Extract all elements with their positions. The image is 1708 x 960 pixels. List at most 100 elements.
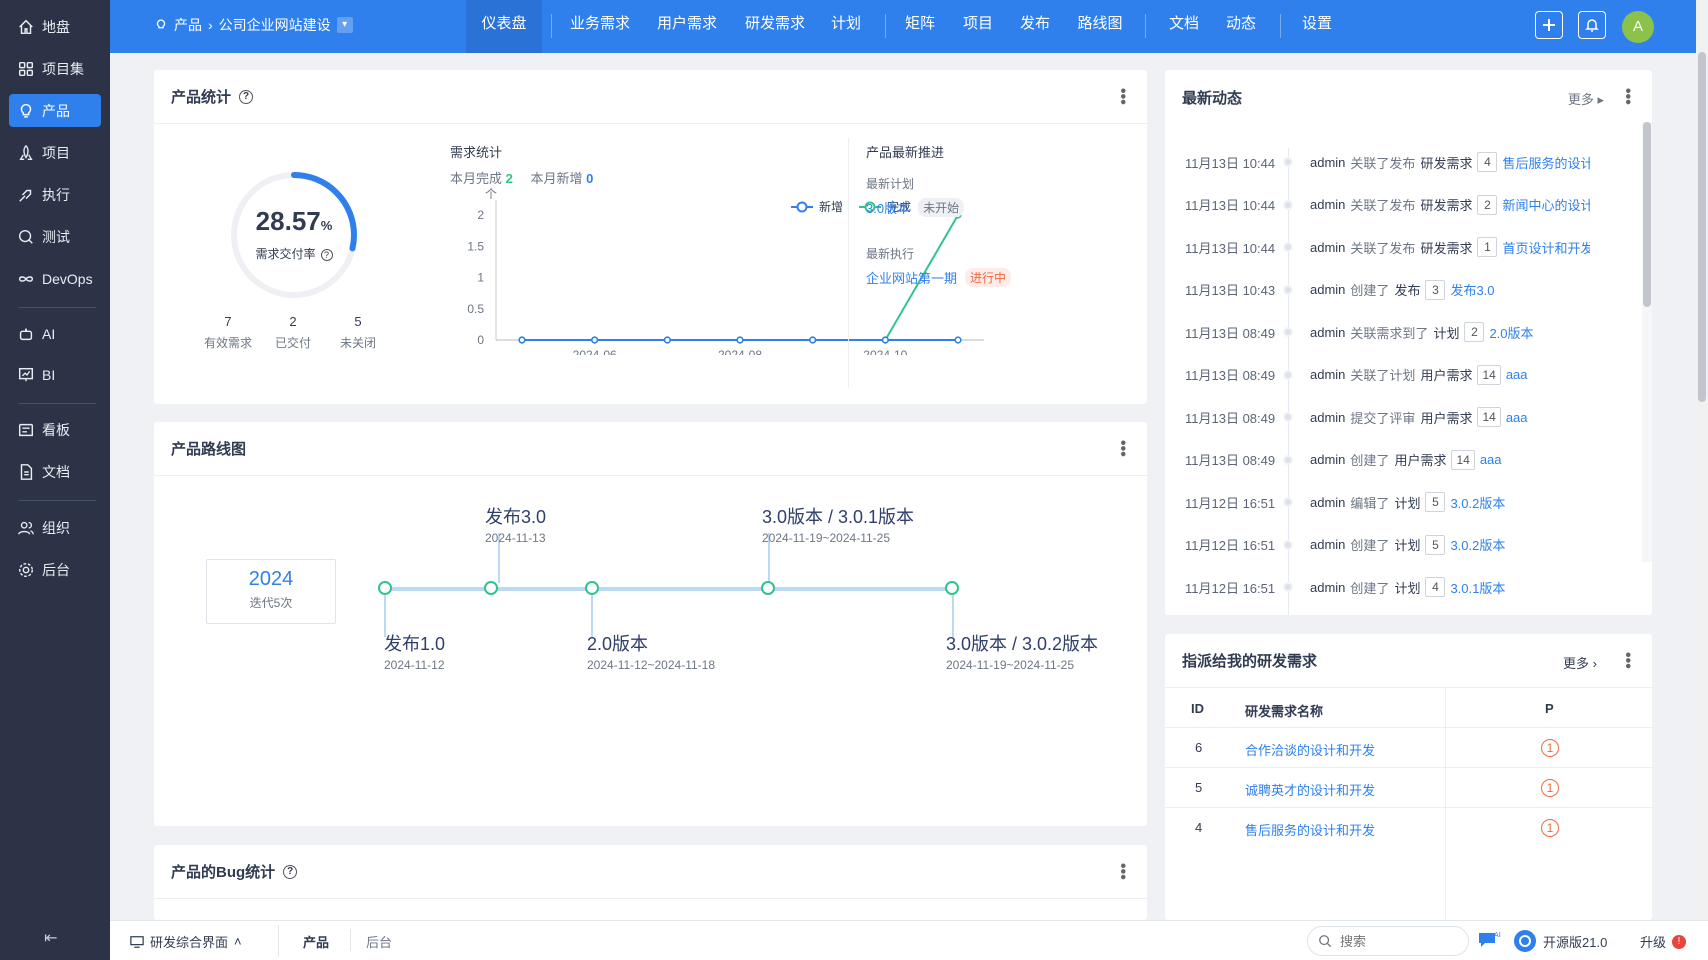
scrollbar-thumb[interactable] bbox=[1698, 52, 1706, 402]
sidebar-item-kanban[interactable]: 看板 bbox=[9, 413, 101, 446]
row-name-link[interactable]: 诚聘英才的设计和开发 bbox=[1245, 780, 1375, 799]
roadmap-milestone[interactable]: 3.0版本 / 3.0.1版本 2024-11-19~2024-11-25 bbox=[762, 503, 914, 545]
more-menu-icon[interactable]: ••• bbox=[1114, 440, 1131, 457]
more-menu-icon[interactable]: ••• bbox=[1619, 88, 1636, 105]
sidebar-item-doc[interactable]: 文档 bbox=[9, 455, 101, 488]
roadmap-node[interactable] bbox=[585, 581, 599, 595]
roadmap-year-box[interactable]: 2024 迭代5次 bbox=[206, 559, 336, 624]
stat-value: 5 bbox=[354, 314, 362, 329]
table-row[interactable]: 5 诚聘英才的设计和开发 1 bbox=[1165, 768, 1652, 808]
activity-object-link[interactable]: 3.0.1版本 bbox=[1450, 578, 1505, 597]
interface-switch[interactable]: 研发综合界面 ˄ bbox=[130, 932, 242, 951]
row-name-link[interactable]: 合作洽谈的设计和开发 bbox=[1245, 740, 1375, 759]
create-button[interactable] bbox=[1535, 11, 1563, 39]
alert-icon: ! bbox=[1672, 934, 1687, 949]
activity-scrollbar[interactable] bbox=[1642, 122, 1652, 562]
data-point bbox=[809, 336, 817, 344]
tab-business-requirements[interactable]: 业务需求 bbox=[565, 0, 635, 53]
sidebar-item-bi[interactable]: BI bbox=[9, 358, 101, 391]
activity-object-link[interactable]: aaa bbox=[1480, 452, 1502, 467]
tab-release[interactable]: 发布 bbox=[1015, 0, 1055, 53]
table-row[interactable]: 6 合作洽谈的设计和开发 1 bbox=[1165, 728, 1652, 768]
activity-content: admin 关联了发布研发需求 2新闻中心的设计和开发 bbox=[1310, 194, 1590, 215]
help-icon[interactable]: ? bbox=[283, 864, 298, 879]
more-link[interactable]: 更多 ▸ bbox=[1568, 89, 1604, 108]
row-id: 4 bbox=[1195, 820, 1203, 835]
tab-roadmap[interactable]: 路线图 bbox=[1074, 0, 1126, 53]
activity-object-link[interactable]: 首页设计和开发 bbox=[1502, 238, 1590, 257]
more-link[interactable]: 更多 › bbox=[1563, 653, 1597, 672]
activity-object-link[interactable]: aaa bbox=[1506, 410, 1528, 425]
activity-object-link[interactable]: 3.0.2版本 bbox=[1450, 535, 1505, 554]
tab-doc[interactable]: 文档 bbox=[1164, 0, 1204, 53]
tab-plan[interactable]: 计划 bbox=[826, 0, 866, 53]
upgrade-link[interactable]: 升级 ! bbox=[1640, 932, 1687, 951]
status-badge: 未开始 bbox=[918, 198, 965, 217]
more-menu-icon[interactable]: ••• bbox=[1619, 652, 1636, 669]
sidebar-item-project[interactable]: 项目 bbox=[9, 136, 101, 169]
page-scrollbar[interactable] bbox=[1696, 0, 1708, 920]
activity-content: admin 关联了发布 研发需求 1 首页设计和开发 bbox=[1310, 237, 1590, 257]
activity-verb: 关联需求到了 bbox=[1350, 325, 1429, 341]
tab-project[interactable]: 项目 bbox=[958, 0, 998, 53]
avatar[interactable]: A bbox=[1622, 11, 1654, 43]
help-icon[interactable]: ? bbox=[239, 89, 254, 104]
search-box[interactable] bbox=[1307, 926, 1469, 956]
sidebar-item-admin[interactable]: 后台 bbox=[9, 553, 101, 586]
version-info[interactable]: 开源版21.0 bbox=[1513, 929, 1607, 953]
tab-dev-requirements[interactable]: 研发需求 bbox=[740, 0, 810, 53]
bottom-tab-product[interactable]: 产品 bbox=[303, 932, 329, 951]
stat-delivered[interactable]: 2 已交付 bbox=[263, 314, 323, 351]
scrollbar-thumb[interactable] bbox=[1643, 122, 1651, 307]
roadmap-milestone[interactable]: 2.0版本 2024-11-12~2024-11-18 bbox=[587, 630, 715, 672]
activity-user: admin bbox=[1310, 409, 1346, 425]
row-name-link[interactable]: 售后服务的设计和开发 bbox=[1245, 820, 1375, 839]
stat-unclosed[interactable]: 5 未关闭 bbox=[328, 314, 388, 351]
tab-dashboard[interactable]: 仪表盘 bbox=[466, 0, 542, 53]
stat-valid[interactable]: 7 有效需求 bbox=[198, 314, 258, 351]
sidebar-item-program[interactable]: 项目集 bbox=[9, 52, 101, 85]
activity-object-link[interactable]: 新闻中心的设计和开发 bbox=[1502, 195, 1590, 214]
activity-object-link[interactable]: 售后服务的设计和开发 bbox=[1502, 153, 1590, 172]
status-badge: 进行中 bbox=[965, 268, 1012, 287]
roadmap-milestone[interactable]: 3.0版本 / 3.0.2版本 2024-11-19~2024-11-25 bbox=[946, 630, 1098, 672]
activity-object-link[interactable]: 3.0.2版本 bbox=[1450, 493, 1505, 512]
roadmap-node[interactable] bbox=[378, 581, 392, 595]
notification-button[interactable] bbox=[1578, 11, 1606, 39]
sidebar-item-org[interactable]: 组织 bbox=[9, 511, 101, 544]
activity-object-link[interactable]: aaa bbox=[1506, 367, 1528, 382]
activity-verb: 关联了发布 bbox=[1350, 155, 1416, 171]
roadmap-milestone[interactable]: 发布1.0 2024-11-12 bbox=[384, 630, 445, 672]
roadmap-node[interactable] bbox=[761, 581, 775, 595]
activity-object-link[interactable]: 2.0版本 bbox=[1489, 323, 1533, 342]
sidebar-item-devops[interactable]: DevOps bbox=[9, 262, 101, 295]
tab-matrix[interactable]: 矩阵 bbox=[900, 0, 940, 53]
breadcrumb-product-root[interactable]: 产品 bbox=[174, 15, 202, 35]
roadmap-node[interactable] bbox=[945, 581, 959, 595]
bottom-tab-admin[interactable]: 后台 bbox=[366, 932, 392, 951]
latest-plan-link[interactable]: 3.0版本 bbox=[866, 198, 910, 217]
roadmap-node[interactable] bbox=[484, 581, 498, 595]
chevron-down-icon[interactable]: ▾ bbox=[336, 17, 353, 33]
sidebar-item-execution[interactable]: 执行 bbox=[9, 178, 101, 211]
activity-user: admin bbox=[1310, 367, 1346, 382]
breadcrumb-product-name[interactable]: 公司企业网站建设 bbox=[219, 15, 331, 35]
help-icon[interactable]: ? bbox=[320, 249, 333, 261]
latest-exec-link[interactable]: 企业网站第一期 bbox=[866, 268, 957, 287]
sidebar-item-test[interactable]: 测试 bbox=[9, 220, 101, 253]
tab-user-requirements[interactable]: 用户需求 bbox=[652, 0, 722, 53]
roadmap-milestone[interactable]: 发布3.0 2024-11-13 bbox=[485, 503, 546, 545]
sidebar-item-ai[interactable]: AI bbox=[9, 317, 101, 350]
sidebar-item-home[interactable]: 地盘 bbox=[9, 10, 101, 43]
more-menu-icon[interactable]: ••• bbox=[1114, 88, 1131, 105]
table-row[interactable]: 4 售后服务的设计和开发 1 bbox=[1165, 808, 1652, 848]
ai-chat-icon[interactable]: AI bbox=[1477, 930, 1501, 950]
activity-object-type: 研发需求 bbox=[1420, 240, 1473, 256]
activity-object-link[interactable]: 发布3.0 bbox=[1450, 280, 1494, 299]
collapse-sidebar-icon[interactable]: ⇤ bbox=[44, 928, 57, 948]
search-input[interactable] bbox=[1340, 933, 1450, 949]
more-menu-icon[interactable]: ••• bbox=[1114, 863, 1131, 880]
sidebar-item-product[interactable]: 产品 bbox=[9, 94, 101, 127]
tab-dynamic[interactable]: 动态 bbox=[1221, 0, 1261, 53]
tab-settings[interactable]: 设置 bbox=[1297, 0, 1337, 53]
